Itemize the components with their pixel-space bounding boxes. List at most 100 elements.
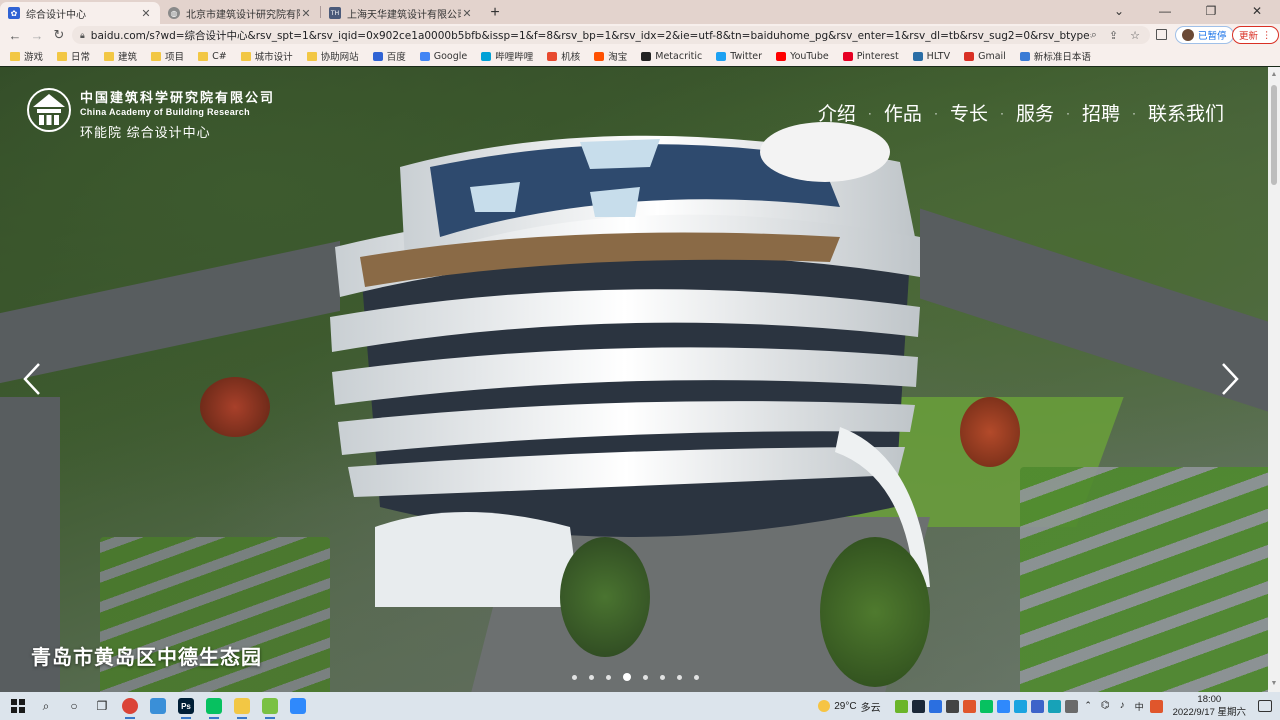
app-tray-icon[interactable] [1030, 699, 1044, 713]
app-tray-icon[interactable] [1013, 699, 1027, 713]
lock-icon[interactable]: 🔒︎ [80, 30, 85, 41]
profile-button[interactable]: 已暂停 [1175, 26, 1234, 44]
app-tray-icon[interactable] [996, 699, 1010, 713]
ime-icon[interactable]: 中 [1133, 700, 1146, 713]
tab-2[interactable]: TH 上海天华建筑设计有限公司官网 ✕ [321, 2, 481, 24]
explorer-app-icon[interactable] [228, 692, 256, 720]
bookmark-item[interactable]: Gmail [964, 51, 1006, 62]
steam-tray-icon[interactable] [911, 699, 925, 713]
bookmark-label: Google [433, 50, 468, 62]
bookmarks-bar: 游戏 日常 建筑 项目 C# 城市设计 协助网站 百度 Google 哔哩哔哩 机核 淘宝 Metacr… [0, 46, 1280, 66]
volume-icon[interactable]: ♪ [1116, 700, 1129, 713]
update-label: 更新 [1239, 31, 1259, 42]
qq-tray-icon[interactable] [962, 699, 976, 713]
system-tray: 29°C 多云 ⌃ ⌬ ♪ 中 18:00 2022/9/17 星期六 [818, 692, 1280, 720]
bluetooth-tray-icon[interactable] [928, 699, 942, 713]
bookmark-star-icon[interactable]: ☆ [1130, 29, 1140, 42]
update-button[interactable]: 更新 ⋮ [1232, 26, 1279, 44]
nav-item[interactable]: 作品 [872, 99, 934, 126]
carousel-dot[interactable] [572, 674, 577, 680]
wechat-app-icon[interactable] [200, 692, 228, 720]
bookmark-item[interactable]: 建筑 [104, 49, 137, 63]
nav-separator: · [933, 105, 938, 120]
bookmark-item[interactable]: Metacritic [641, 51, 702, 62]
bookmark-item[interactable]: Pinterest [842, 51, 899, 62]
forward-icon[interactable]: → [26, 28, 48, 43]
side-panel-icon[interactable] [1156, 29, 1167, 40]
carousel-dot[interactable] [589, 674, 594, 680]
close-window-icon[interactable]: ✕ [1234, 0, 1280, 22]
carousel-dot[interactable] [606, 674, 611, 680]
url-text[interactable]: baidu.com/s?wd=综合设计中心&rsv_spt=1&rsv_iqid… [91, 28, 1091, 43]
carousel-next-button[interactable] [1218, 359, 1242, 399]
page-scrollbar[interactable]: ▲ ▼ [1268, 67, 1280, 692]
bookmark-item[interactable]: YouTube [776, 51, 829, 62]
carousel-dot[interactable] [677, 674, 682, 680]
network-icon[interactable]: ⌬ [1099, 700, 1112, 713]
app-tray-icon[interactable] [945, 699, 959, 713]
site-logo[interactable]: 中国建筑科学研究院有限公司 China Academy of Building … [26, 87, 275, 141]
bookmark-label: 淘宝 [608, 52, 628, 63]
bookmark-item[interactable]: Twitter [716, 51, 762, 62]
bookmark-item[interactable]: Google [419, 50, 468, 62]
carousel-dot[interactable] [643, 674, 648, 680]
nav-item[interactable]: 服务 [1004, 99, 1066, 126]
notification-icon[interactable] [1258, 700, 1272, 712]
zoom-icon[interactable]: ⌕ [1091, 29, 1097, 42]
carousel-dot[interactable] [660, 674, 665, 680]
address-bar[interactable]: 🔒︎ baidu.com/s?wd=综合设计中心&rsv_spt=1&rsv_i… [72, 26, 1150, 44]
close-tab-icon[interactable]: ✕ [140, 7, 152, 20]
photoshop-app-icon[interactable]: Ps [172, 692, 200, 720]
bookmark-item[interactable]: 淘宝 [594, 49, 627, 63]
nav-item[interactable]: 招聘 [1070, 99, 1132, 126]
scrollbar-thumb[interactable] [1271, 85, 1277, 185]
scroll-down-icon[interactable]: ▼ [1268, 678, 1280, 690]
bookmark-item[interactable]: C# [198, 51, 227, 62]
app-tray-icon[interactable] [1064, 699, 1078, 713]
bookmark-item[interactable]: 哔哩哔哩 [481, 49, 533, 63]
chevron-down-icon[interactable]: ⌄ [1096, 0, 1142, 22]
windows-start-icon[interactable] [4, 692, 32, 720]
app-tray-icon[interactable] [1047, 699, 1061, 713]
wechat-tray-icon[interactable] [979, 699, 993, 713]
chevron-up-icon[interactable]: ⌃ [1082, 700, 1095, 713]
clock[interactable]: 18:00 2022/9/17 星期六 [1173, 693, 1246, 719]
bookmark-item[interactable]: HLTV [912, 51, 950, 62]
bookmark-item[interactable]: 协助网站 [306, 49, 359, 63]
task-view-icon[interactable]: ❐ [88, 692, 116, 720]
nav-item[interactable]: 专长 [938, 99, 1000, 126]
weather-widget[interactable]: 29°C 多云 [818, 699, 881, 714]
back-icon[interactable]: ← [4, 28, 26, 43]
tab-title: 综合设计中心 [26, 9, 86, 21]
tab-1[interactable]: ◍ 北京市建筑设计研究院有限公司 ✕ [160, 2, 320, 24]
app-tray-icon[interactable] [1149, 699, 1163, 713]
photos-app-icon[interactable] [144, 692, 172, 720]
cortana-icon[interactable]: ○ [60, 692, 88, 720]
new-tab-button[interactable]: + [481, 2, 509, 24]
bookmark-item[interactable]: 机核 [547, 49, 580, 63]
restore-icon[interactable]: ❐ [1188, 0, 1234, 22]
carousel-dot[interactable] [694, 674, 699, 680]
baidu-netdisk-app-icon[interactable] [284, 692, 312, 720]
bookmark-item[interactable]: 城市设计 [240, 49, 293, 63]
chrome-app-icon[interactable] [116, 692, 144, 720]
nav-item[interactable]: 联系我们 [1136, 99, 1236, 126]
bookmark-item[interactable]: 新标准日本语 [1019, 49, 1091, 63]
bookmark-item[interactable]: 游戏 [10, 49, 43, 63]
bookmark-item[interactable]: 项目 [151, 49, 184, 63]
notepad-app-icon[interactable] [256, 692, 284, 720]
scroll-up-icon[interactable]: ▲ [1268, 69, 1280, 81]
search-icon[interactable]: ⌕ [32, 692, 60, 720]
bookmark-item[interactable]: 百度 [372, 49, 406, 63]
nvidia-tray-icon[interactable] [894, 699, 908, 713]
bookmark-item[interactable]: 日常 [57, 49, 90, 63]
share-icon[interactable]: ⇪ [1109, 29, 1118, 42]
close-tab-icon[interactable]: ✕ [461, 7, 473, 20]
reload-icon[interactable]: ↻ [48, 27, 70, 43]
nav-item[interactable]: 介绍 [806, 99, 868, 126]
close-tab-icon[interactable]: ✕ [300, 7, 312, 20]
minimize-icon[interactable]: — [1142, 0, 1188, 22]
tab-0[interactable]: ✿ 综合设计中心 ✕ [0, 2, 160, 24]
carousel-prev-button[interactable] [20, 359, 44, 399]
carousel-dot[interactable] [623, 673, 631, 681]
